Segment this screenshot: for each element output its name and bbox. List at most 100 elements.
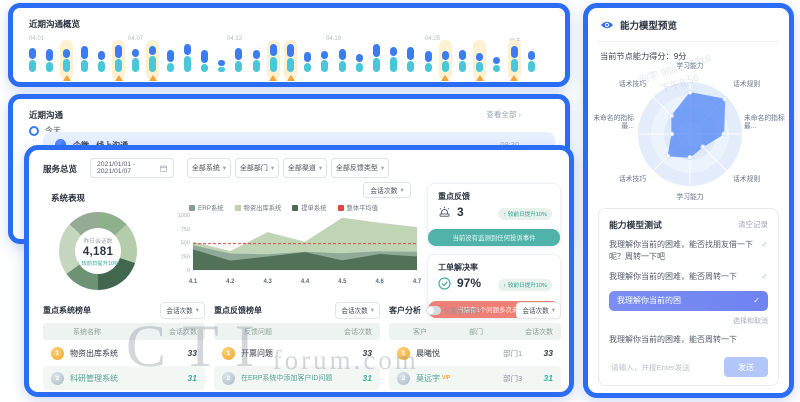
check-icon: ✓ <box>753 295 760 307</box>
daily-bar[interactable] <box>63 49 70 72</box>
eye-icon <box>600 20 614 30</box>
overview-bar-chart[interactable] <box>29 44 553 80</box>
table-row[interactable]: 2 科研管理系统 31 <box>43 366 205 390</box>
overview-date-label: 04.07 <box>128 36 143 42</box>
capability-radar-chart[interactable] <box>630 74 750 194</box>
key-feedback-table: 重点反馈榜单 会话次数▾ 反馈问题会话次数 1 开票问题 33 2 在ERP系统… <box>214 300 380 392</box>
overview-date-label: 04.25 <box>425 36 440 42</box>
system-area-chart[interactable]: 025050075010004.14.24.34.44.54.64.7 <box>175 212 423 288</box>
daily-bar[interactable] <box>459 50 466 72</box>
rank-badge: 2 <box>222 372 235 385</box>
test-item-selected[interactable]: 我理解你当前的困 ✓ <box>609 291 768 311</box>
alarm-icon <box>438 206 451 218</box>
daily-bar[interactable] <box>201 50 208 72</box>
table-column-headers: 系统名称会话次数 <box>43 323 205 340</box>
daily-bar[interactable] <box>407 47 414 72</box>
legend-item: 提单系统 <box>292 203 326 212</box>
chevron-down-icon: ▾ <box>223 164 226 172</box>
test-item[interactable]: 我理解你当前的困难，能否周转一下 <box>609 334 768 346</box>
legend-swatch <box>338 205 344 211</box>
daily-bar[interactable] <box>46 49 53 72</box>
warning-triangle-icon <box>287 75 295 81</box>
capability-panel-title: 能力模型预览 <box>620 18 677 32</box>
daily-bar[interactable] <box>167 50 174 72</box>
daily-bar[interactable] <box>356 54 363 72</box>
daily-bar[interactable] <box>81 46 88 72</box>
radar-label: 话术技巧 <box>610 81 646 89</box>
filter-feedback-type-dropdown[interactable]: 全部反馈类型▾ <box>331 158 389 178</box>
sort-dropdown[interactable]: 会话次数▾ <box>335 302 380 319</box>
trend-badge: ↑ 较前日提升10% <box>498 279 552 291</box>
daily-bar[interactable] <box>287 44 294 72</box>
daily-bar[interactable] <box>132 49 139 72</box>
daily-bar[interactable] <box>390 47 397 72</box>
filter-channel-dropdown[interactable]: 全部渠道▾ <box>283 158 327 178</box>
warning-triangle-icon <box>510 75 518 81</box>
daily-bar[interactable] <box>476 53 483 72</box>
date-range-picker[interactable]: 2021/01/01 - 2021/01/07 <box>90 158 174 178</box>
conversation-donut-chart[interactable]: 昨日会话数 4,181 ↑ 较前日提升10% <box>59 212 137 290</box>
svg-text:4.7: 4.7 <box>413 279 422 285</box>
daily-bar[interactable] <box>339 49 346 72</box>
daily-bar[interactable] <box>493 57 500 72</box>
resolution-rate: 97% <box>457 276 481 290</box>
table-row[interactable]: 2 莫远宇 VIP 部门3 31 <box>389 366 561 390</box>
rank-badge: 1 <box>51 347 64 360</box>
daily-bar[interactable] <box>528 51 535 72</box>
table-row[interactable]: 1 晨曦悦 部门1 33 <box>389 341 561 365</box>
svg-text:1000: 1000 <box>178 213 190 219</box>
daily-bar[interactable] <box>29 48 36 72</box>
daily-bar[interactable] <box>149 46 156 72</box>
table-row[interactable]: 1 开票问题 33 <box>214 341 380 365</box>
daily-bar[interactable] <box>115 45 122 72</box>
test-title: 能力模型测试 <box>609 218 662 231</box>
metric-dropdown[interactable]: 会话次数▾ <box>363 182 411 198</box>
sort-dropdown[interactable]: 会话次数▾ <box>160 302 205 319</box>
chevron-down-icon: ▾ <box>552 306 555 314</box>
daily-bar[interactable] <box>373 44 380 72</box>
radar-label: 话术规则 <box>733 81 760 89</box>
daily-bar[interactable] <box>184 44 191 72</box>
view-all-link[interactable]: 查看全部 › <box>486 109 521 120</box>
daily-bar[interactable] <box>442 51 449 72</box>
dashboard: 近期沟通概览 04.0104.0704.1304.1904.25今天 近期沟通 … <box>0 0 800 402</box>
warning-triangle-icon <box>269 75 277 81</box>
daily-bar[interactable] <box>304 52 311 72</box>
filter-system-dropdown[interactable]: 全部系统▾ <box>187 158 231 178</box>
legend-item: 整体平均值 <box>338 203 378 212</box>
overview-panel-title: 近期沟通概览 <box>29 18 80 30</box>
warning-triangle-icon <box>115 75 123 81</box>
warning-triangle-icon <box>63 75 71 81</box>
radar-label: 学习能力 <box>660 63 720 71</box>
radar-label: 学习能力 <box>660 194 720 202</box>
daily-bar[interactable] <box>98 51 105 72</box>
filter-department-dropdown[interactable]: 全部部门▾ <box>235 158 279 178</box>
radar-label: 未命名的指标最... <box>592 115 634 132</box>
daily-bar[interactable] <box>253 50 260 72</box>
donut-center-value: 4,181 <box>83 246 113 258</box>
test-item[interactable]: 我理解你当前的困难，能否周转一下 ✓ <box>609 271 768 283</box>
daily-bar[interactable] <box>425 51 432 72</box>
radar-label: 话术规则 <box>733 176 760 184</box>
send-button[interactable]: 发送 <box>724 357 768 377</box>
select-cancel-hint: 选择和取消 <box>609 316 768 326</box>
sort-dropdown[interactable]: 会话次数▾ <box>516 302 561 319</box>
svg-text:250: 250 <box>181 254 190 260</box>
table-row[interactable]: 2 在ERP系统中添加客户ID问题 31 <box>214 366 380 390</box>
daily-bar[interactable] <box>511 46 518 72</box>
table-row[interactable]: 1 物资出库系统 33 <box>43 341 205 365</box>
daily-bar[interactable] <box>235 48 242 72</box>
check-circle-icon <box>438 277 451 290</box>
chat-input[interactable] <box>609 362 718 373</box>
daily-bar[interactable] <box>270 44 277 72</box>
chevron-down-icon: ▾ <box>381 164 384 172</box>
chevron-down-icon: ▾ <box>196 306 199 314</box>
test-item[interactable]: 我理解你当前的困难，能否找朋友借一下呢？周转一下吧 ✓ <box>609 239 768 263</box>
clear-records-link[interactable]: 清空记录 <box>738 219 768 230</box>
key-users-toggle[interactable] <box>426 306 441 315</box>
svg-text:4.5: 4.5 <box>338 279 347 285</box>
overview-date-label: 04.13 <box>227 36 242 42</box>
daily-bar[interactable] <box>321 51 328 72</box>
daily-bar[interactable] <box>218 60 225 72</box>
vip-badge: VIP <box>442 375 450 381</box>
